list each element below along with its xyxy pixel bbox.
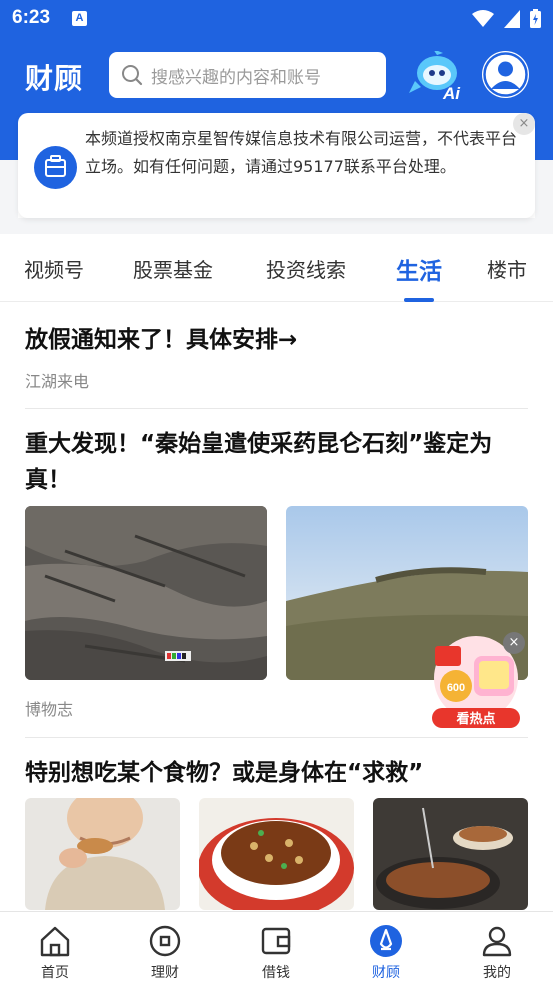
bottom-nav: 首页 理财 借钱 财顾 我的	[0, 911, 553, 984]
status-bar: 6:23 A	[0, 0, 553, 37]
divider	[25, 408, 528, 409]
article-title[interactable]: 放假通知来了！具体安排→	[25, 322, 530, 358]
tab-life[interactable]: 生活	[396, 252, 442, 286]
nav-label: 首页	[41, 965, 69, 981]
search-input[interactable]: 搜感兴趣的内容和账号	[109, 52, 386, 98]
nav-wealth[interactable]: 理财	[110, 912, 220, 984]
article-source: 博物志	[25, 700, 74, 719]
battery-icon	[530, 9, 541, 28]
ai-label: Ai	[442, 84, 461, 101]
channel-notice: 本频道授权南京星智传媒信息技术有限公司运营，不代表平台立场。如有任何问题，请通过…	[18, 113, 535, 218]
article-source: 江湖来电	[25, 372, 90, 391]
nav-borrow[interactable]: 借钱	[221, 912, 331, 984]
article-image[interactable]	[25, 506, 267, 680]
article-title[interactable]: 重大发现！“秦始皇遣使采药昆仑石刻”鉴定为真！	[25, 426, 530, 498]
nav-advisor[interactable]: 财顾	[331, 912, 441, 984]
tab-real-estate[interactable]: 楼市	[487, 254, 527, 283]
article-image[interactable]	[25, 798, 180, 910]
article-image[interactable]	[373, 798, 528, 910]
status-time: 6:23	[12, 7, 51, 28]
tab-video[interactable]: 视频号	[24, 254, 84, 283]
background-band	[0, 218, 553, 234]
tab-active-indicator	[404, 298, 434, 302]
promo-close-icon[interactable]: ×	[503, 632, 525, 654]
tab-stocks-funds[interactable]: 股票基金	[133, 254, 213, 283]
divider	[25, 737, 528, 738]
nav-label: 理财	[151, 965, 179, 981]
profile-icon	[482, 926, 512, 957]
briefcase-icon	[34, 146, 77, 189]
wallet-icon	[261, 927, 291, 955]
home-icon	[40, 926, 70, 957]
wealth-icon	[149, 925, 181, 957]
advisor-icon	[370, 925, 402, 957]
nav-label: 我的	[483, 965, 511, 981]
article-image[interactable]	[199, 798, 354, 910]
promo-badge: 600	[447, 682, 465, 694]
status-icons	[472, 9, 541, 28]
ai-assistant-icon[interactable]: Ai	[407, 51, 467, 101]
category-tabs: 视频号 股票基金 投资线索 生活 楼市	[0, 234, 553, 302]
search-placeholder: 搜感兴趣的内容和账号	[151, 67, 321, 88]
search-icon	[122, 65, 143, 86]
user-icon	[483, 52, 528, 97]
nav-label: 借钱	[262, 965, 290, 981]
notification-icon: A	[72, 11, 87, 26]
nav-home[interactable]: 首页	[0, 912, 110, 984]
close-icon[interactable]: ×	[513, 113, 535, 135]
notice-text: 本频道授权南京星智传媒信息技术有限公司运营，不代表平台立场。如有任何问题，请通过…	[85, 129, 518, 176]
tab-investment-leads[interactable]: 投资线索	[266, 254, 346, 283]
page-title: 财顾	[25, 62, 84, 95]
wifi-icon	[472, 9, 494, 27]
avatar[interactable]	[482, 51, 529, 98]
nav-label: 财顾	[372, 965, 400, 981]
signal-icon	[504, 9, 520, 28]
promo-button-label: 看热点	[456, 711, 495, 727]
article-title[interactable]: 特别想吃某个食物？或是身体在“求救”	[25, 755, 530, 791]
nav-mine[interactable]: 我的	[442, 912, 552, 984]
